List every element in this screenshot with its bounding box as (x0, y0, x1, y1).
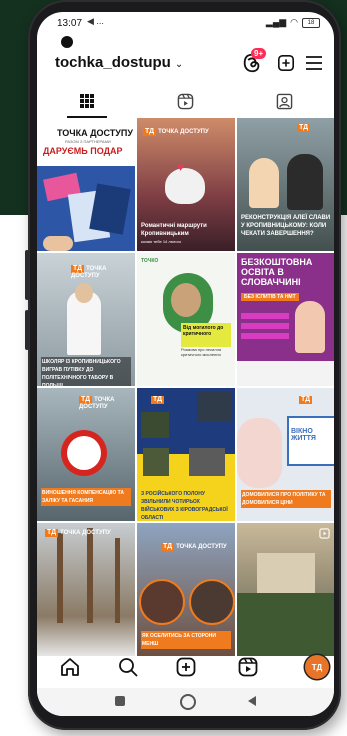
wifi-icon: ◠ (290, 17, 298, 27)
posts-grid: ТОЧКА ДОСТУПУ РАЗОМ З ПАРТНЕРАМИ ДАРУЄМЬ… (37, 118, 334, 658)
search-icon[interactable] (117, 656, 139, 678)
td-logo: ТД ТОЧКА ДОСТУПУ (71, 265, 107, 279)
post-caption: ЯК ОСЕЛИТИСЬ ЗА СТОРОНИ МЕНШ (141, 631, 231, 649)
reels-nav-icon[interactable] (237, 656, 259, 678)
post-image (37, 166, 135, 251)
post-title: БЕЗКОШТОВНА ОСВІТА В СЛОВАЧЧИНІ (241, 257, 313, 287)
post-logo: ТОЧКО (141, 258, 159, 264)
username-switcher[interactable]: tochka_dostupu ⌄ (55, 54, 183, 71)
reel-indicator-icon (319, 528, 330, 539)
td-logo: ТД ТОЧКА ДОСТУПУ (79, 396, 115, 410)
post-tile[interactable]: ТД РЕКОНСТРУКЦІЯ АЛЕЇ СЛАВИ У КРОПИВНИЦЬ… (237, 118, 334, 251)
post-subcaption: Розмова про несилля критичного мислення (181, 347, 222, 357)
create-icon[interactable] (175, 656, 197, 678)
post-tile[interactable]: ТД ТОЧКА ДОСТУПУ ШКОЛЯР ІЗ КРОПИВНИЦЬКОГО… (37, 253, 135, 386)
username: tochka_dostupu (55, 54, 171, 71)
screen: 13:07 ◀ ... ▂▄▆ ◠ 18 tochka_dostupu⌄ 9+ (37, 12, 334, 716)
status-bar: 13:07 ◀ ... ▂▄▆ ◠ 18 (37, 12, 334, 34)
battery-icon: 18 (302, 17, 320, 28)
status-icons: ▂▄▆ ◠ 18 (266, 17, 320, 28)
post-caption: РЕКОНСТРУКЦІЯ АЛЕЇ СЛАВИ У КРОПИВНИЦЬКОМ… (241, 215, 331, 237)
bottom-nav: ТД (37, 652, 334, 684)
post-caption: ДОМОВИЛИСЯ ПРО ПОЛІТИКУ ТА ДОМОВИЛИСЯ ЦІ… (241, 490, 331, 508)
post-tile[interactable]: ТД З РОСІЙСЬКОГО ПОЛОНУ ЗВІЛЬНИЛИ ЧОТИРЬ… (137, 388, 235, 521)
post-caption: ВИНОШЕННЯ КОМПЕНСАЦІЮ ТА ЗАЛІКУ ТА ГАСАН… (41, 488, 131, 506)
recents-button[interactable] (115, 696, 125, 706)
post-tile[interactable]: ТД ТОЧКА ДОСТУПУ ♥ Романтичні маршрути Кр… (137, 118, 235, 251)
profile-header: tochka_dostupu ⌄ 9+ (37, 48, 334, 76)
td-logo: ТД ТОЧКА ДОСТУПУ (45, 529, 111, 537)
menu-icon[interactable] (305, 55, 323, 71)
post-tile[interactable]: ТД ТОЧКА ДОСТУПУ ВИНОШЕННЯ КОМПЕНСАЦІЮ ТА… (37, 388, 135, 521)
post-tile[interactable]: ТОЧКА ДОСТУПУ РАЗОМ З ПАРТНЕРАМИ ДАРУЄМЬ… (37, 118, 135, 251)
profile-avatar[interactable]: ТД (305, 655, 329, 679)
signal-icon: ▂▄▆ (265, 17, 287, 27)
td-logo: ТД ТОЧКА ДОСТУПУ (161, 543, 227, 551)
home-button[interactable] (180, 694, 196, 710)
post-caption: Романтичні маршрути Кропивницьким (141, 223, 207, 237)
post-caption: З РОСІЙСЬКОГО ПОЛОНУ ЗВІЛЬНИЛИ ЧОТИРЬОХ … (141, 491, 228, 521)
status-extras: ◀ ... (87, 16, 104, 26)
tagged-icon (276, 93, 293, 109)
front-camera (61, 36, 73, 48)
system-nav-bar (37, 688, 334, 716)
post-tile[interactable]: ТД ТОЧКА ДОСТУПУ (37, 523, 135, 656)
post-tile[interactable]: ТД ТОЧКА ДОСТУПУ ЯК ОСЕЛИТИСЬ ЗА СТОРОНИ … (137, 523, 235, 656)
grid-icon (79, 94, 94, 108)
td-logo: ТД ТОЧКА ДОСТУПУ (143, 128, 209, 136)
post-caption: ШКОЛЯР ІЗ КРОПИВНИЦЬКОГО ВИГРАВ ПУТІВКУ … (41, 357, 131, 386)
td-logo: ТД (297, 124, 311, 132)
post-tile[interactable]: ВІКНО ЖИТТЯ ТД ДОМОВИЛИСЯ ПРО ПОЛІТИКУ Т… (237, 388, 334, 521)
status-time: 13:07 (57, 18, 83, 29)
post-caption: Від могилого до критичного (181, 323, 231, 347)
volume-button (25, 250, 29, 300)
post-subcaption: кохаю тебе 14 лютого (141, 239, 182, 244)
window-label: ВІКНО ЖИТТЯ (291, 428, 316, 442)
td-logo: ТД (151, 396, 165, 404)
create-post-icon[interactable] (277, 54, 295, 72)
tab-grid[interactable] (37, 84, 136, 118)
tab-reels[interactable] (136, 84, 235, 118)
heart-icon: ♥ (177, 160, 185, 174)
cat-illustration (165, 168, 205, 204)
post-title: ТОЧКА ДОСТУПУ (57, 128, 133, 138)
td-logo: ТД (299, 396, 313, 404)
notification-badge: 9+ (251, 48, 267, 59)
post-caption: ДАРУЄМЬ ПОДАР (43, 146, 123, 156)
post-subtitle: РАЗОМ З ПАРТНЕРАМИ (65, 139, 111, 144)
tab-tagged[interactable] (235, 84, 334, 118)
post-subtitle: БЕЗ ІСПИТІВ ТА НМТ (241, 293, 299, 301)
home-icon[interactable] (59, 656, 81, 678)
profile-tabs (37, 84, 334, 118)
reels-icon (177, 93, 194, 109)
post-tile[interactable]: БЕЗКОШТОВНА ОСВІТА В СЛОВАЧЧИНІ БЕЗ ІСПИ… (237, 253, 334, 386)
back-button[interactable] (247, 695, 257, 707)
post-tile[interactable] (237, 523, 334, 656)
power-button (25, 310, 29, 350)
chevron-down-icon: ⌄ (174, 59, 184, 70)
post-tile[interactable]: Від могилого до критичного Розмова про н… (137, 253, 235, 386)
